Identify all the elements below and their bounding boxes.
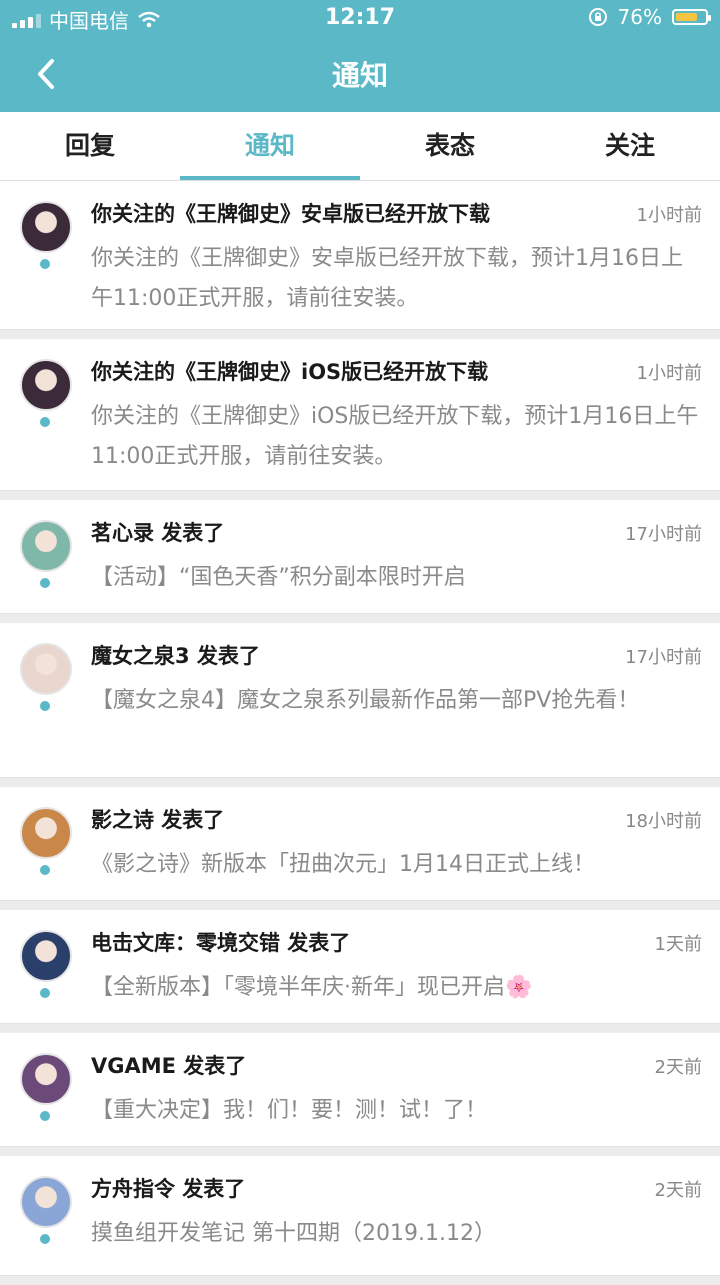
notification-title: 你关注的《王牌御史》安卓版已经开放下载: [91, 202, 490, 226]
notification-time: 17小时前: [625, 647, 702, 668]
page-title: 通知: [331, 59, 388, 92]
unread-dot: [40, 417, 50, 427]
notification-title: 方舟指令 发表了: [91, 1177, 246, 1201]
notification-title: 影之诗 发表了: [91, 808, 225, 832]
tab-notice[interactable]: 通知: [180, 112, 360, 180]
tab-reply[interactable]: 回复: [0, 112, 180, 180]
tab-follow[interactable]: 关注: [540, 112, 720, 180]
unread-dot: [40, 865, 50, 875]
notification-body: 【活动】“国色天香”积分副本限时开启: [91, 565, 466, 590]
notification-item[interactable]: 方舟指令 发表了 2天前 摸鱼组开发笔记 第十四期（2019.1.12）: [0, 1156, 720, 1276]
status-bar: 中国电信 12:17 76%: [0, 0, 720, 36]
notification-time: 2天前: [654, 1057, 702, 1078]
unread-dot: [40, 988, 50, 998]
notification-body: 你关注的《王牌御史》iOS版已经开放下载，预计1月16日上午11:00正式开服，…: [91, 404, 699, 469]
notification-body: 【全新版本】「零境半年庆·新年」现已开启🌸: [91, 975, 533, 1000]
unread-dot: [40, 1234, 50, 1244]
notification-body: 《影之诗》新版本「扭曲次元」1月14日正式上线！: [91, 852, 595, 877]
nav-bar: 通知: [0, 36, 720, 112]
notification-title: 电击文库：零境交错 发表了: [91, 931, 351, 955]
notification-title: 茗心录 发表了: [91, 521, 225, 545]
notification-item[interactable]: VGAME 发表了 2天前 【重大决定】我！们！要！测！试！了！: [0, 1033, 720, 1147]
notification-body: 【重大决定】我！们！要！测！试！了！: [91, 1098, 488, 1123]
notification-body: 【魔女之泉4】魔女之泉系列最新作品第一部PV抢先看！: [91, 688, 640, 713]
notification-time: 17小时前: [625, 524, 702, 545]
avatar[interactable]: [20, 201, 72, 253]
tab-bar: 回复 通知 表态 关注: [0, 112, 720, 181]
avatar[interactable]: [20, 930, 72, 982]
avatar[interactable]: [20, 1053, 72, 1105]
battery-percent: 76%: [617, 5, 662, 29]
unread-dot: [40, 701, 50, 711]
notification-list: 你关注的《王牌御史》安卓版已经开放下载 1小时前 你关注的《王牌御史》安卓版已经…: [0, 181, 720, 1285]
unread-dot: [40, 1111, 50, 1121]
avatar[interactable]: [20, 1176, 72, 1228]
notification-title: 魔女之泉3 发表了: [91, 644, 260, 668]
battery-icon: [672, 9, 711, 25]
notification-body: 你关注的《王牌御史》安卓版已经开放下载，预计1月16日上午11:00正式开服，请…: [91, 246, 683, 311]
notification-item[interactable]: 影之诗 发表了 18小时前 《影之诗》新版本「扭曲次元」1月14日正式上线！: [0, 787, 720, 901]
notification-time: 1小时前: [636, 205, 702, 226]
status-right: 76%: [588, 5, 711, 29]
notification-time: 2天前: [654, 1180, 702, 1201]
notification-body: 摸鱼组开发笔记 第十四期（2019.1.12）: [91, 1221, 496, 1246]
avatar[interactable]: [20, 807, 72, 859]
notification-time: 18小时前: [625, 811, 702, 832]
avatar[interactable]: [20, 520, 72, 572]
tab-reaction[interactable]: 表态: [360, 112, 540, 180]
notification-item[interactable]: 你关注的《王牌御史》安卓版已经开放下载 1小时前 你关注的《王牌御史》安卓版已经…: [0, 181, 720, 330]
avatar[interactable]: [20, 359, 72, 411]
notification-item[interactable]: 电击文库：零境交错 发表了 1天前 【全新版本】「零境半年庆·新年」现已开启🌸: [0, 910, 720, 1024]
notification-time: 1天前: [654, 934, 702, 955]
unread-dot: [40, 578, 50, 588]
notification-title: 你关注的《王牌御史》iOS版已经开放下载: [91, 360, 489, 384]
notification-time: 1小时前: [636, 363, 702, 384]
notification-item[interactable]: 茗心录 发表了 17小时前 【活动】“国色天香”积分副本限时开启: [0, 500, 720, 614]
rotation-lock-icon: [588, 8, 607, 26]
unread-dot: [40, 259, 50, 269]
notification-item[interactable]: 你关注的《王牌御史》iOS版已经开放下载 1小时前 你关注的《王牌御史》iOS版…: [0, 339, 720, 491]
notification-item[interactable]: 魔女之泉3 发表了 17小时前 【魔女之泉4】魔女之泉系列最新作品第一部PV抢先…: [0, 623, 720, 778]
notification-title: VGAME 发表了: [91, 1054, 247, 1078]
avatar[interactable]: [20, 643, 72, 695]
